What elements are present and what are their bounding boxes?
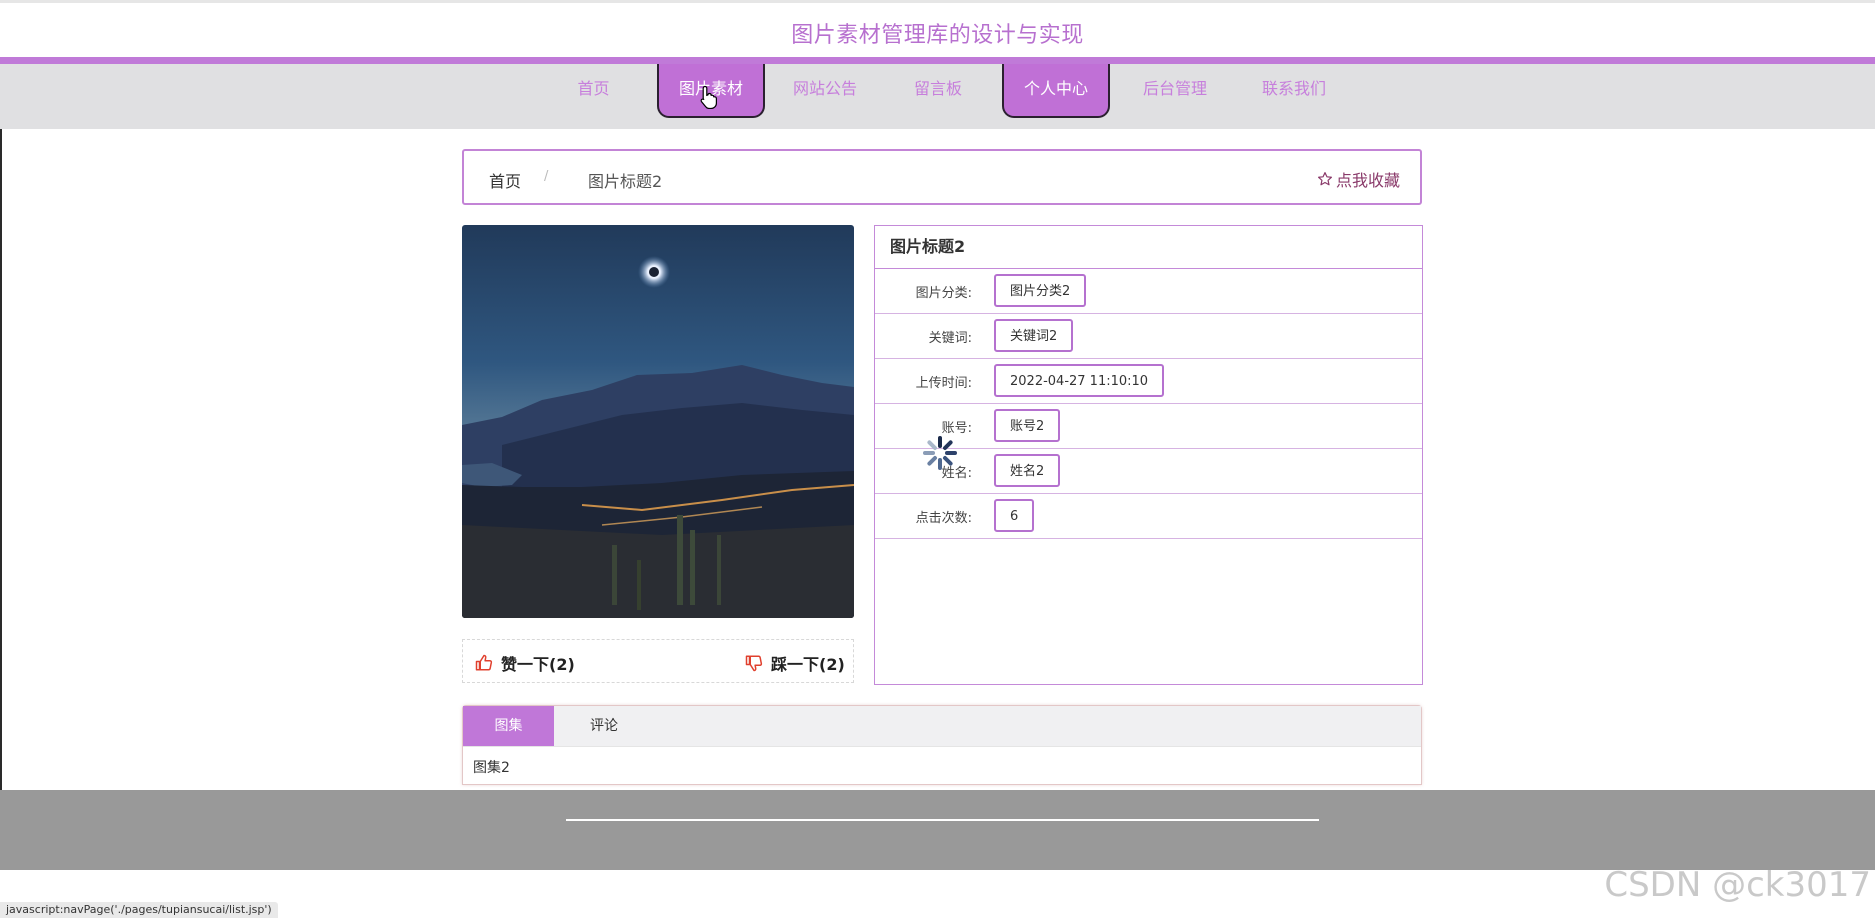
site-title: 图片素材管理库的设计与实现 (791, 23, 1084, 48)
row-value: 关键词2 (994, 319, 1074, 352)
breadcrumb: 首页 / 图片标题2 点我收藏 (462, 149, 1422, 205)
hand-cursor-icon (700, 85, 717, 109)
row-label: 账号: (941, 421, 972, 436)
tab-comments[interactable]: 评论 (554, 706, 654, 746)
thumbs-up-icon (475, 654, 493, 671)
row-value: 2022-04-27 11:10:10 (994, 364, 1165, 397)
accent-bar (0, 57, 1875, 64)
image-preview (462, 225, 854, 618)
nav-item-announcements[interactable]: 网站公告 (785, 64, 865, 117)
detail-row-upload-time: 上传时间: 2022-04-27 11:10:10 (875, 359, 1422, 404)
nav-item-home[interactable]: 首页 (562, 64, 625, 117)
row-label: 图片分类: (915, 286, 972, 301)
tabs-bar: 图集 评论 (463, 706, 1421, 747)
favorite-label: 点我收藏 (1335, 171, 1400, 190)
detail-title: 图片标题2 (875, 226, 1422, 269)
row-label: 关键词: (928, 331, 972, 346)
detail-row-name: 姓名: 姓名2 (875, 449, 1422, 494)
like-label: 赞一下(2) (501, 655, 575, 674)
footer-divider (566, 819, 1319, 821)
dislike-label: 踩一下(2) (771, 655, 845, 674)
row-label: 上传时间: (915, 376, 972, 391)
row-value: 6 (994, 499, 1035, 532)
row-label: 点击次数: (915, 511, 972, 526)
loading-spinner-icon (923, 436, 957, 470)
dislike-button[interactable]: 踩一下(2) (745, 651, 845, 675)
window-left-edge (0, 60, 2, 790)
row-value: 姓名2 (994, 454, 1061, 487)
nav-item-personal-center[interactable]: 个人中心 (1002, 64, 1110, 118)
browser-status-bar: javascript:navPage('./pages/tupiansucai/… (0, 902, 278, 918)
star-icon (1317, 172, 1332, 186)
breadcrumb-current: 图片标题2 (588, 172, 663, 191)
tab-content: 图集2 (473, 760, 510, 776)
like-button[interactable]: 赞一下(2) (475, 651, 575, 675)
nav-item-contact[interactable]: 联系我们 (1254, 64, 1334, 117)
detail-row-account: 账号: 账号2 (875, 404, 1422, 449)
detail-row-category: 图片分类: 图片分类2 (875, 269, 1422, 314)
breadcrumb-home-link[interactable]: 首页 (489, 168, 521, 192)
row-value: 账号2 (994, 409, 1061, 442)
tabs-panel: 图集 评论 图集2 (462, 705, 1422, 785)
main-nav: 首页 图片素材 网站公告 留言板 个人中心 后台管理 联系我们 (0, 64, 1875, 129)
detail-row-keywords: 关键词: 关键词2 (875, 314, 1422, 359)
footer (0, 790, 1875, 870)
detail-row-click-count: 点击次数: 6 (875, 494, 1422, 539)
breadcrumb-separator: / (544, 169, 549, 184)
nav-item-message-board[interactable]: 留言板 (905, 64, 971, 117)
tab-gallery[interactable]: 图集 (463, 706, 554, 746)
favorite-button[interactable]: 点我收藏 (1317, 167, 1400, 191)
thumbs-down-icon (745, 655, 763, 672)
row-value: 图片分类2 (994, 274, 1087, 307)
site-header: 图片素材管理库的设计与实现 (0, 0, 1875, 58)
watermark: CSDN @ck3017 (1604, 865, 1871, 905)
landscape-photo (462, 225, 854, 618)
vote-bar: 赞一下(2) 踩一下(2) (462, 639, 854, 683)
nav-item-admin[interactable]: 后台管理 (1135, 64, 1215, 117)
